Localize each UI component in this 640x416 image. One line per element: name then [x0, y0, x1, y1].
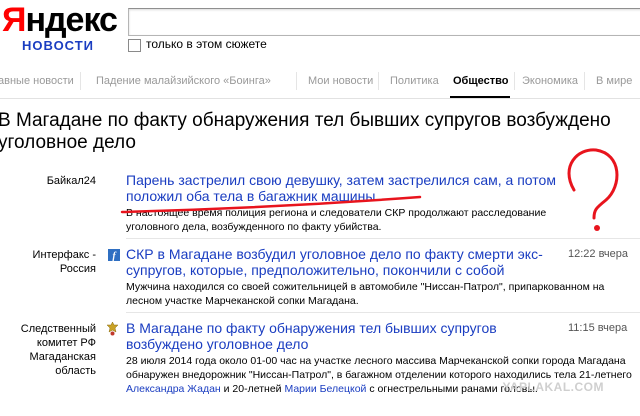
watermark: YAPLAKAL.COM [502, 380, 604, 394]
red-annotation [120, 148, 619, 231]
